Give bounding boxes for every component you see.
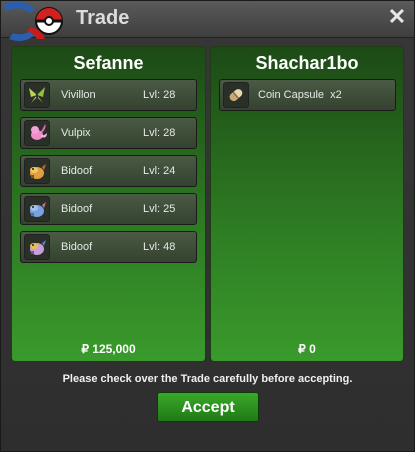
trade-item-row[interactable]: Bidoof Lvl: 25 [20, 193, 197, 225]
bidoof-sprite-icon [24, 158, 50, 184]
left-player-name: Sefanne [73, 53, 144, 73]
trade-notice: Please check over the Trade carefully be… [62, 373, 353, 385]
right-trade-panel: Shachar1bo Coin Capsule x2 ₽ 0 [210, 46, 404, 362]
trade-item-row[interactable]: Bidoof Lvl: 24 [20, 155, 197, 187]
trade-item-row[interactable]: Vulpix Lvl: 28 [20, 117, 197, 149]
item-name: Vivillon [61, 89, 96, 101]
bidoof-sprite-icon [24, 196, 50, 222]
trade-item-row[interactable]: Coin Capsule x2 [219, 79, 396, 111]
item-name: Bidoof [61, 203, 93, 215]
coin-capsule-icon [223, 82, 249, 108]
left-trade-panel: Sefanne Vivillon Lvl: 28 Vulpix Lvl: 28 … [11, 46, 206, 362]
window-title: Trade [76, 7, 130, 29]
item-level: Lvl: 28 [143, 89, 176, 101]
item-level: Lvl: 25 [143, 203, 176, 215]
trade-item-row[interactable]: Vivillon Lvl: 28 [20, 79, 197, 111]
left-money: ₽ 125,000 [81, 342, 136, 356]
right-player-name: Shachar1bo [255, 53, 359, 73]
right-money: ₽ 0 [298, 342, 316, 356]
accept-button[interactable]: Accept [157, 392, 259, 422]
item-level: Lvl: 28 [143, 127, 176, 139]
item-name: Bidoof [61, 241, 93, 253]
trade-item-row[interactable]: Bidoof Lvl: 48 [20, 231, 197, 263]
bidoof-sprite-icon [24, 234, 50, 260]
title-bar[interactable]: Trade ✕ [1, 1, 414, 41]
close-icon[interactable]: ✕ [386, 6, 408, 28]
item-name: Coin Capsule x2 [258, 89, 342, 101]
item-name: Vulpix [61, 127, 91, 139]
trade-window: Trade ✕ Sefanne Vivillon Lvl: 28 Vulpix … [0, 0, 415, 452]
item-level: Lvl: 24 [143, 165, 176, 177]
pokeball-logo-icon [1, 0, 71, 43]
item-name: Bidoof [61, 165, 93, 177]
vulpix-sprite-icon [24, 120, 50, 146]
vivillon-sprite-icon [24, 82, 50, 108]
item-level: Lvl: 48 [143, 241, 176, 253]
